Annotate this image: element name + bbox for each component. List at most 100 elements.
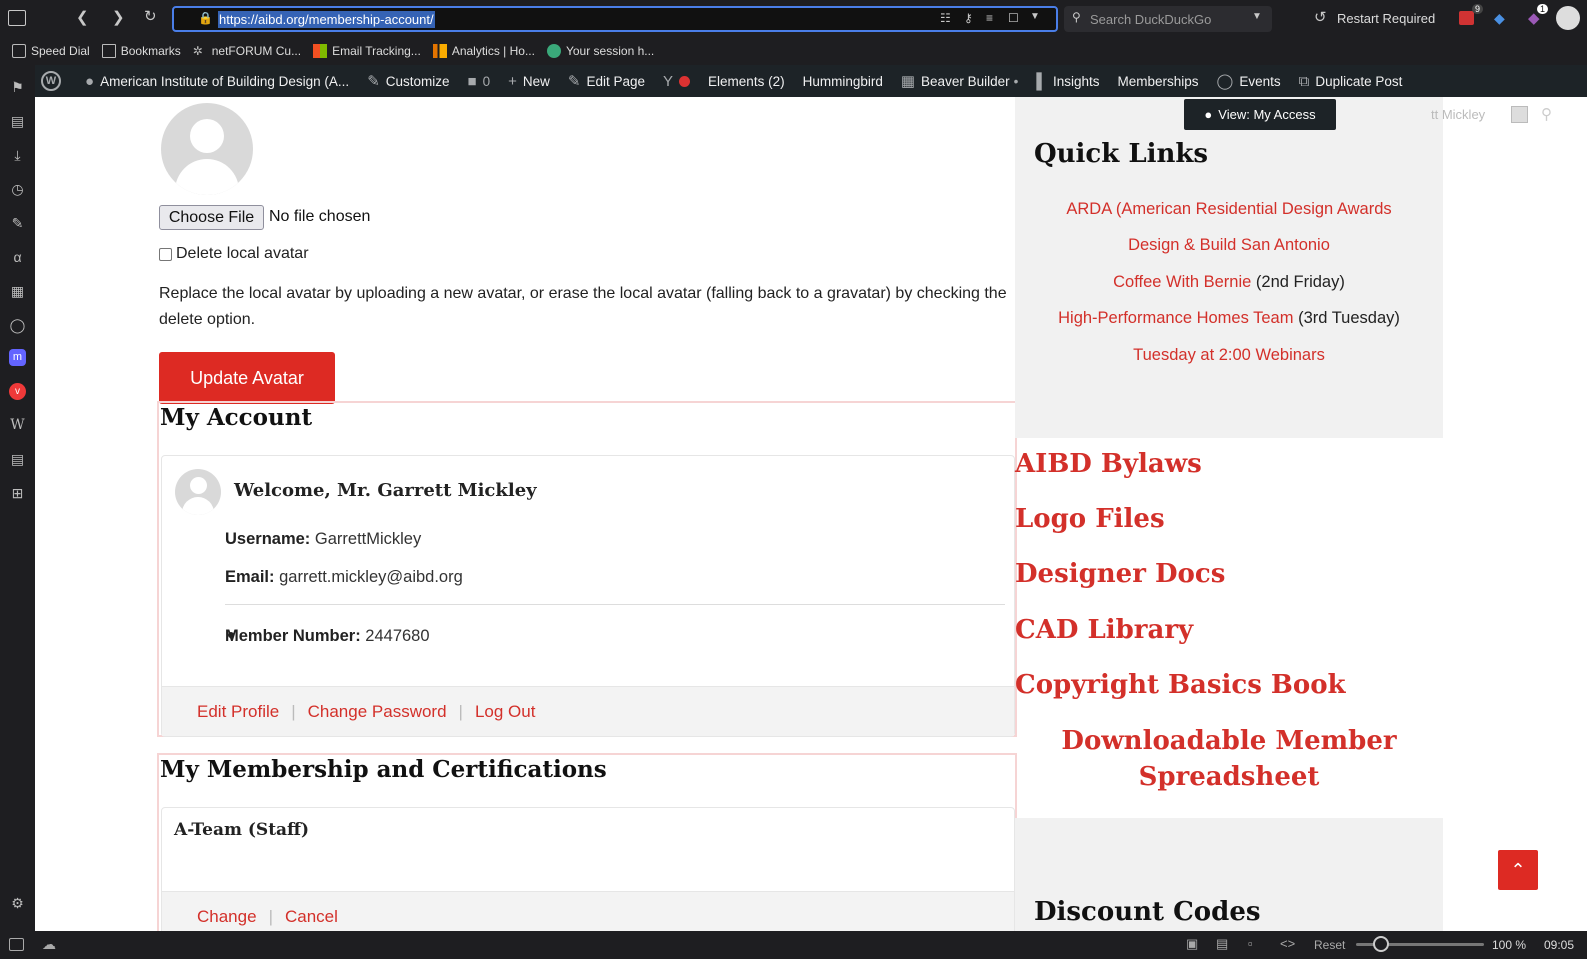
dashboard-icon: ● [85, 72, 95, 90]
forward-icon[interactable]: ❯ [112, 8, 125, 26]
avatar [161, 103, 253, 195]
vivaldi-icon[interactable]: v [9, 383, 26, 400]
wp-yoast[interactable]: Y [663, 73, 691, 90]
link-cad-library[interactable]: CAD Library [1015, 615, 1193, 645]
document-icon[interactable]: ▤ [9, 451, 26, 468]
link-download-sheet-line1[interactable]: Downloadable Member [1015, 726, 1443, 756]
history-icon[interactable]: ◷ [9, 181, 26, 198]
bookmark-netforum[interactable]: ✲ netFORUM Cu... [193, 44, 301, 58]
avatar-small [175, 469, 221, 515]
back-icon[interactable]: ❮ [76, 8, 89, 26]
wp-customize[interactable]: ✎ Customize [367, 72, 449, 90]
wp-events[interactable]: ◯ Events [1217, 72, 1281, 90]
user-icon: ● [1204, 107, 1213, 122]
quick-link-webinars: Tuesday at 2:00 Webinars [1133, 346, 1325, 364]
wp-elements[interactable]: Elements (2) [708, 74, 785, 89]
mastodon-icon[interactable]: m [9, 349, 26, 366]
code-icon[interactable]: <> [1280, 936, 1295, 951]
bookmark-bookmarks[interactable]: Bookmarks [101, 44, 181, 58]
events-icon: ◯ [1216, 73, 1234, 90]
search-dropdown-icon[interactable]: ▼ [1252, 11, 1262, 22]
link-bylaws[interactable]: AIBD Bylaws [1015, 449, 1202, 479]
rss-icon[interactable]: ☷ [940, 11, 951, 25]
wp-duplicate-post[interactable]: ⧉ Duplicate Post [1299, 73, 1403, 90]
search-placeholder: Search DuckDuckGo [1090, 11, 1212, 27]
wp-comments[interactable]: ■ 0 [468, 73, 491, 90]
address-bar[interactable]: 🔒 https://aibd.org/membership-account/ ☷… [172, 6, 1058, 32]
url-text[interactable]: https://aibd.org/membership-account/ [218, 10, 435, 28]
pencil-icon: ✎ [567, 73, 581, 90]
bookmarks-panel-icon[interactable]: ⚑ [9, 79, 26, 96]
microsoft-icon [313, 44, 328, 58]
cloud-icon[interactable]: ☁ [42, 936, 56, 953]
zoom-slider-knob[interactable] [1373, 936, 1389, 952]
wp-new[interactable]: + New [508, 73, 550, 90]
update-avatar-button[interactable]: Update Avatar [159, 352, 335, 404]
wp-edit-page[interactable]: ✎ Edit Page [568, 72, 645, 90]
admin-search-icon[interactable]: ⚲ [1541, 105, 1552, 123]
chat-icon[interactable]: ◯ [9, 317, 26, 334]
restart-icon[interactable]: ↺ [1314, 8, 1327, 26]
wp-site-name[interactable]: ● American Institute of Building Design (… [85, 73, 349, 90]
dropdown-icon[interactable]: ▼ [1030, 11, 1040, 22]
duplicate-icon: ⧉ [1298, 72, 1310, 90]
change-password-link[interactable]: Change Password [308, 702, 447, 722]
capture-icon[interactable]: ▣ [1186, 936, 1198, 952]
wikipedia-icon[interactable]: W [9, 417, 26, 434]
downloads-icon[interactable]: ⤓ [9, 147, 26, 164]
bookmark-email-tracking[interactable]: Email Tracking... [313, 44, 421, 58]
wp-beaver-builder[interactable]: ▦ Beaver Builder • [901, 72, 1018, 90]
link-designer-docs[interactable]: Designer Docs [1015, 559, 1225, 589]
bookmark-session[interactable]: Your session h... [546, 44, 654, 58]
quick-link-design-build: Design & Build San Antonio [1128, 236, 1330, 254]
delete-avatar-label[interactable]: Delete local avatar [176, 245, 309, 263]
page-content: Choose File No file chosen Delete local … [35, 97, 1587, 931]
tiling-icon[interactable]: ▫ [1248, 936, 1253, 951]
restart-required-label[interactable]: Restart Required [1337, 11, 1435, 26]
admin-user-name[interactable]: tt Mickley [1431, 107, 1485, 122]
profile-icon[interactable] [1556, 6, 1580, 30]
zoom-reset-button[interactable]: Reset [1314, 938, 1345, 952]
log-out-link[interactable]: Log Out [475, 702, 536, 722]
add-panel-icon[interactable]: ⊞ [9, 485, 26, 502]
change-membership-link[interactable]: Change [197, 907, 257, 927]
translate-icon[interactable]: α [9, 249, 26, 266]
wp-hummingbird[interactable]: Hummingbird [803, 74, 883, 89]
view-my-access-button[interactable]: ● View: My Access [1184, 99, 1336, 130]
bookmark-analytics[interactable]: Analytics | Ho... [432, 44, 535, 58]
membership-section: My Membership and Certifications A-Team … [157, 753, 1017, 931]
cancel-membership-link[interactable]: Cancel [285, 907, 338, 927]
wp-insights[interactable]: ▌ Insights [1036, 73, 1099, 90]
mail-icon[interactable] [1459, 11, 1474, 25]
my-account-section: My Account Welcome, Mr. Garrett Mickley … [157, 401, 1017, 737]
reading-list-icon[interactable]: ▤ [9, 113, 26, 130]
link-copyright-book[interactable]: Copyright Basics Book [1015, 670, 1346, 700]
wp-logo-menu[interactable]: W [41, 71, 67, 91]
link-download-sheet-line2[interactable]: Spreadsheet [1015, 762, 1443, 792]
settings-icon[interactable]: ⚙ [9, 895, 26, 912]
lock-icon: 🔒 [198, 11, 213, 25]
bookmark-speed-dial[interactable]: Speed Dial [12, 44, 90, 58]
gem-icon[interactable]: ◆ [1494, 10, 1505, 27]
delete-avatar-checkbox[interactable] [159, 248, 172, 261]
link-logo-files[interactable]: Logo Files [1015, 504, 1165, 534]
image-icon[interactable]: ▤ [1216, 936, 1228, 952]
quick-links-title: Quick Links [1034, 139, 1209, 169]
key-icon[interactable]: ⚷ [964, 11, 973, 25]
member-number-row: Member Number: 2447680 [225, 627, 430, 645]
edit-profile-link[interactable]: Edit Profile [197, 702, 279, 722]
my-account-title: My Account [160, 404, 313, 431]
search-input[interactable]: ⚲ Search DuckDuckGo ▼ [1064, 6, 1272, 32]
bookmark-icon[interactable]: ☐ [1008, 11, 1019, 25]
window-panel-icon[interactable]: ▦ [9, 283, 26, 300]
wp-memberships[interactable]: Memberships [1118, 74, 1199, 89]
notes-icon[interactable]: ✎ [9, 215, 26, 232]
reload-icon[interactable]: ↻ [144, 7, 157, 25]
panel-toggle-icon[interactable] [9, 938, 24, 951]
choose-file-button[interactable]: Choose File [159, 205, 264, 230]
scroll-to-top-button[interactable]: ⌃ [1498, 850, 1538, 890]
browser-status-bar: ☁ ▣ ▤ ▫ <> Reset 100 % 09:05 [0, 931, 1587, 959]
sidebar-toggle-icon[interactable] [8, 10, 26, 26]
reader-icon[interactable]: ≡ [986, 11, 993, 25]
admin-avatar-icon[interactable] [1511, 106, 1528, 123]
